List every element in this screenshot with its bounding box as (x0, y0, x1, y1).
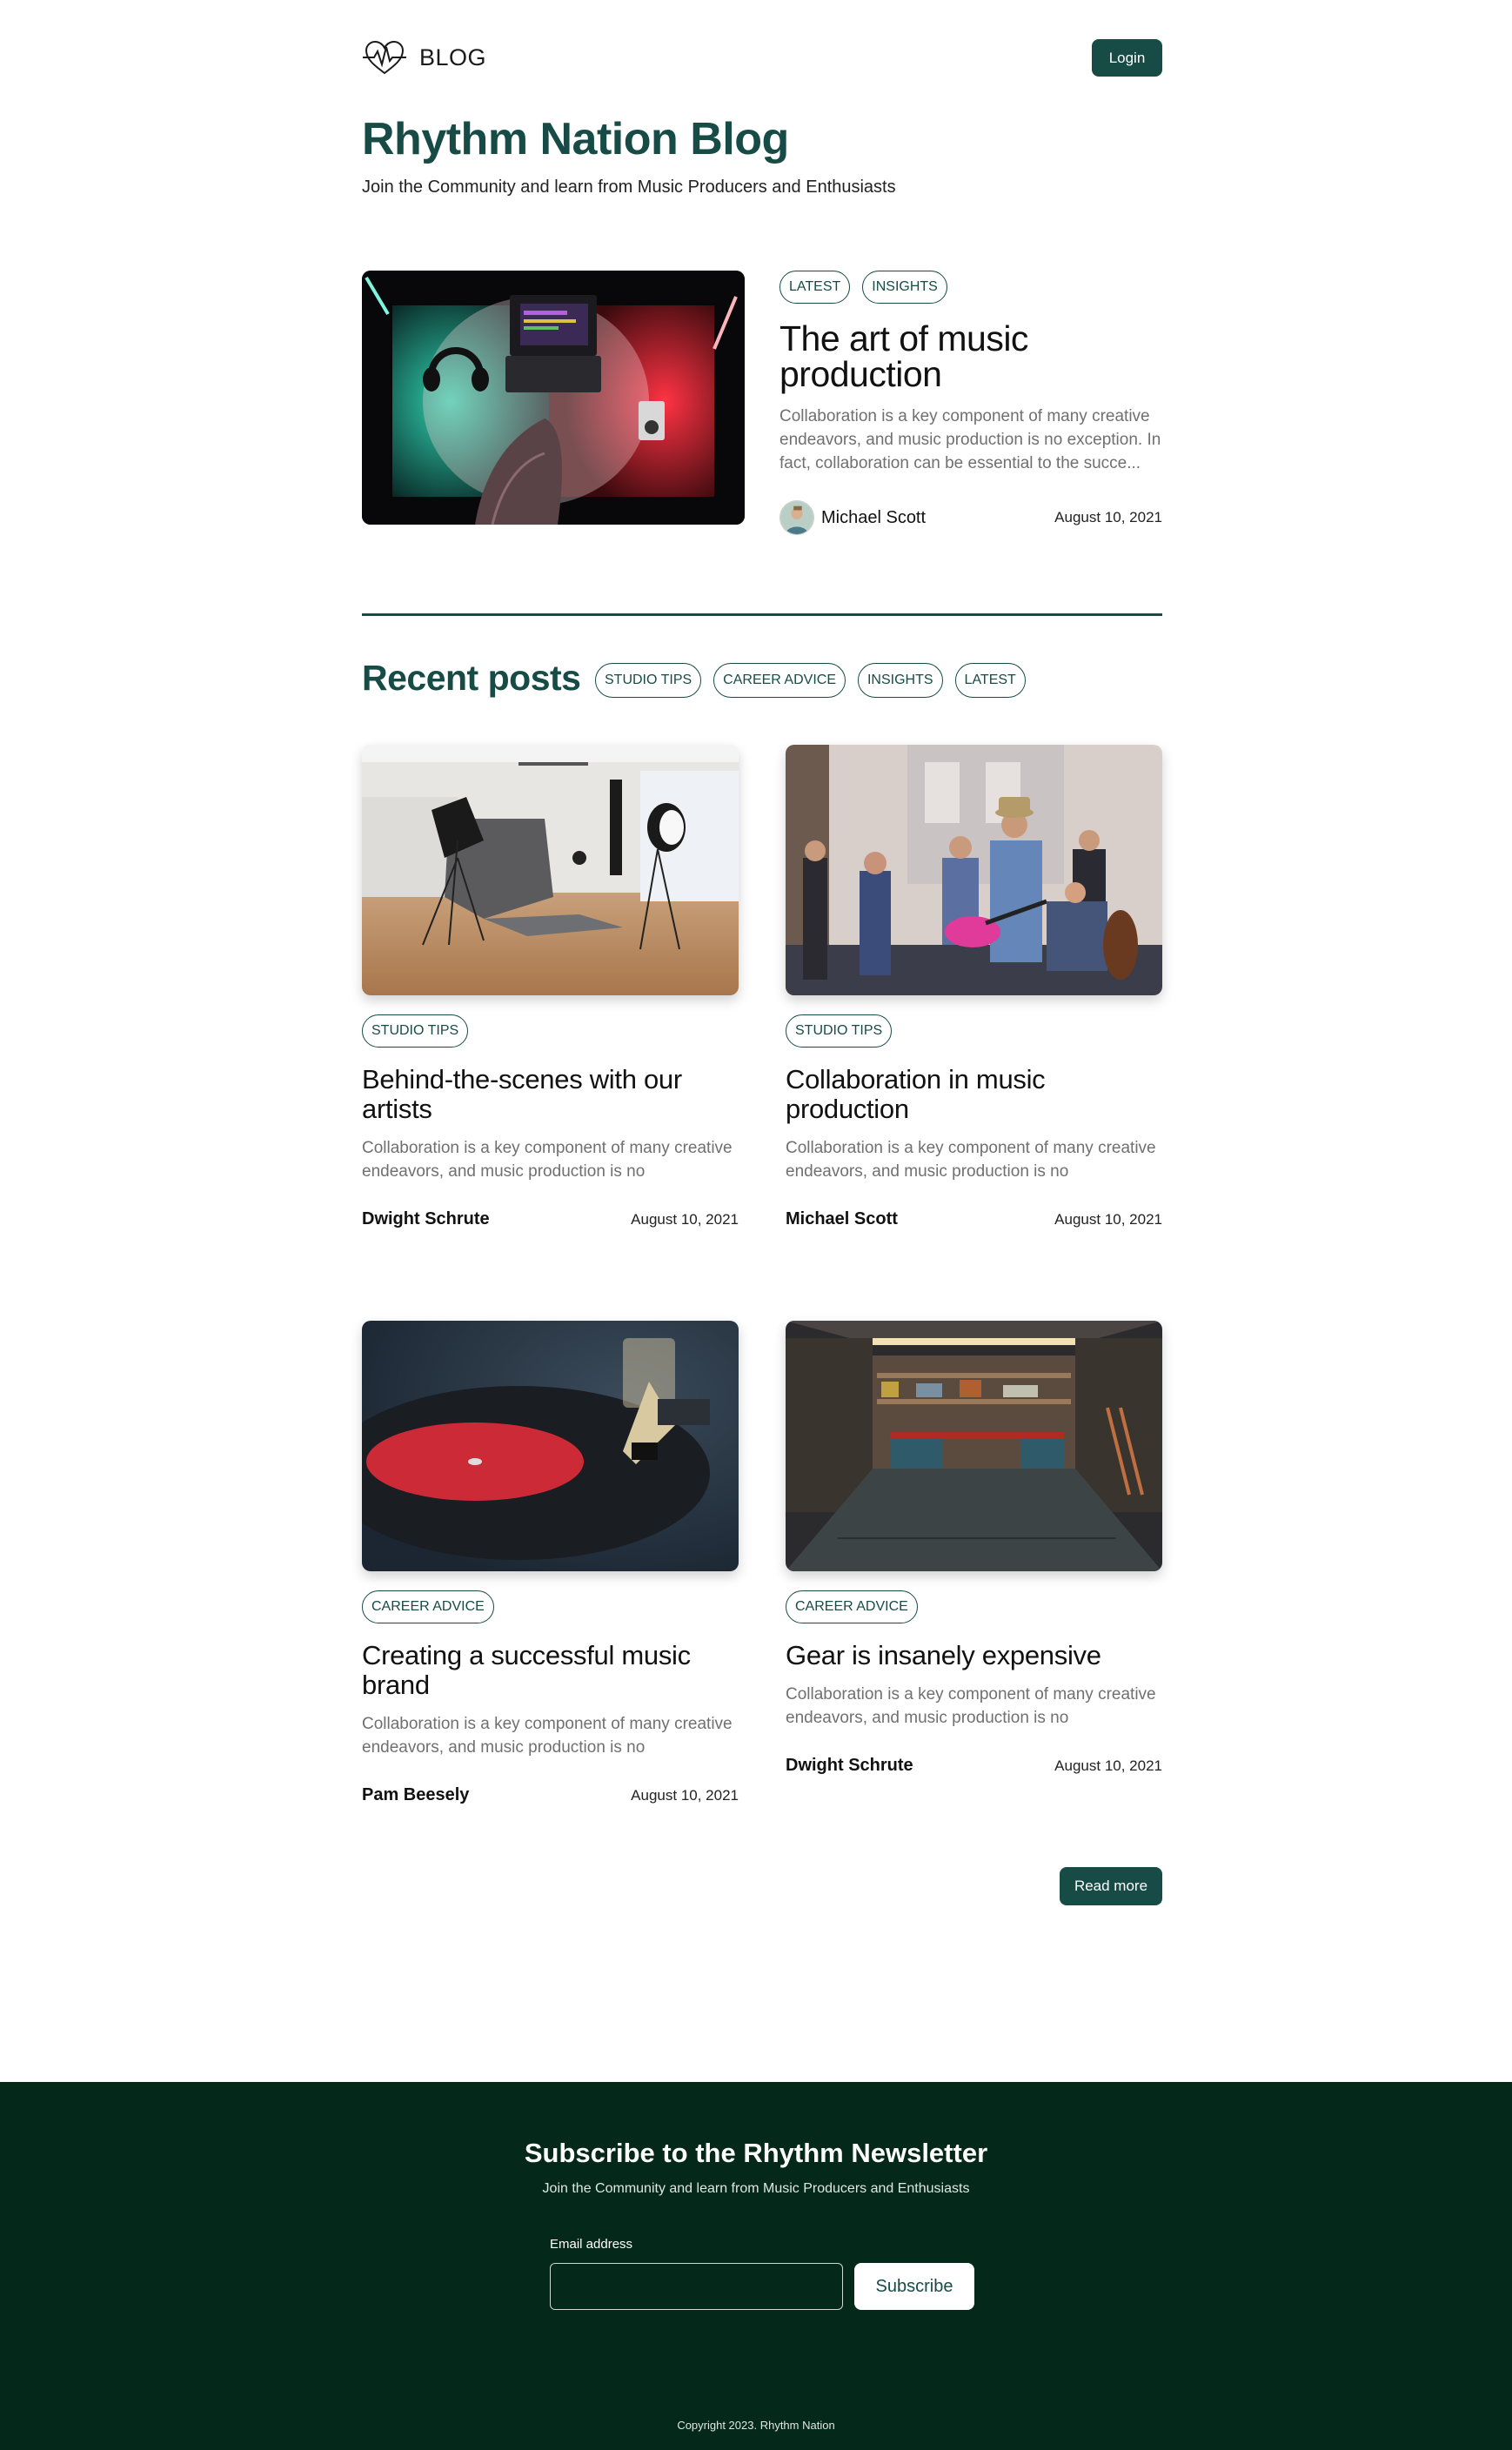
post-title[interactable]: Collaboration in music production (786, 1065, 1162, 1124)
post-image[interactable] (786, 1321, 1162, 1571)
filter-insights[interactable]: INSIGHTS (857, 663, 943, 698)
tag-insights[interactable]: INSIGHTS (862, 271, 947, 304)
featured-post-meta: Michael Scott August 10, 2021 (779, 499, 1162, 536)
post-tags: STUDIO TIPS (362, 1014, 739, 1048)
post-excerpt: Collaboration is a key component of many… (362, 1139, 733, 1181)
post-card[interactable]: STUDIO TIPS Collaboration in music produ… (786, 745, 1162, 1232)
logo[interactable]: BLOG (362, 38, 486, 77)
post-date: August 10, 2021 (1054, 1757, 1162, 1774)
read-more-button[interactable]: Read more (1060, 1867, 1162, 1905)
post-date: August 10, 2021 (631, 1787, 739, 1804)
author-name: Michael Scott (821, 507, 927, 527)
newsletter-title: Subscribe to the Rhythm Newsletter (524, 2138, 988, 2168)
post-tags: CAREER ADVICE (362, 1590, 739, 1623)
copyright: Copyright 2023. Rhythm Nation (677, 2419, 835, 2432)
post-excerpt: Collaboration is a key component of many… (786, 1139, 1156, 1181)
post-image[interactable] (786, 745, 1162, 995)
featured-tags: LATEST INSIGHTS (779, 271, 1162, 304)
heart-pulse-icon (362, 38, 407, 77)
post-title[interactable]: Creating a successful music brand (362, 1641, 739, 1700)
post-excerpt: Collaboration is a key component of many… (786, 1685, 1156, 1727)
tag-latest[interactable]: LATEST (779, 271, 851, 304)
logo-text: BLOG (419, 44, 487, 70)
email-label: Email address (550, 2237, 633, 2252)
post-tags: CAREER ADVICE (786, 1590, 1162, 1623)
footer: Subscribe to the Rhythm Newsletter Join … (0, 2082, 1512, 2450)
page-title: Rhythm Nation Blog (362, 114, 789, 164)
newsletter-subtitle: Join the Community and learn from Music … (542, 2181, 970, 2196)
post-tag[interactable]: CAREER ADVICE (362, 1590, 494, 1623)
post-tag[interactable]: STUDIO TIPS (362, 1014, 469, 1048)
filter-career-advice[interactable]: CAREER ADVICE (713, 663, 846, 698)
recent-posts-title: Recent posts (362, 658, 581, 698)
section-divider (362, 613, 1162, 616)
post-tag[interactable]: CAREER ADVICE (786, 1590, 918, 1623)
post-author: Michael Scott (786, 1209, 898, 1228)
post-tags: STUDIO TIPS (786, 1014, 1162, 1048)
recent-post-filters: STUDIO TIPS CAREER ADVICE INSIGHTS LATES… (595, 663, 1026, 698)
post-card[interactable]: CAREER ADVICE Creating a successful musi… (362, 1321, 739, 1808)
post-meta: Michael Scott August 10, 2021 (786, 1209, 1162, 1232)
post-meta: Dwight Schrute August 10, 2021 (786, 1756, 1162, 1778)
post-image[interactable] (362, 745, 739, 995)
filter-latest[interactable]: LATEST (954, 663, 1026, 698)
post-meta: Pam Beesely August 10, 2021 (362, 1785, 739, 1808)
email-field[interactable] (550, 2263, 843, 2310)
featured-post-image[interactable] (362, 271, 745, 525)
featured-post: LATEST INSIGHTS The art of music product… (779, 271, 1162, 536)
post-date: August 10, 2021 (1054, 509, 1162, 525)
post-card[interactable]: CAREER ADVICE Gear is insanely expensive… (786, 1321, 1162, 1778)
post-excerpt: Collaboration is a key component of many… (362, 1715, 733, 1757)
post-title[interactable]: Behind-the-scenes with our artists (362, 1065, 739, 1124)
post-tag[interactable]: STUDIO TIPS (786, 1014, 893, 1048)
page-subtitle: Join the Community and learn from Music … (362, 177, 896, 197)
post-author: Dwight Schrute (362, 1209, 490, 1228)
subscribe-button[interactable]: Subscribe (854, 2263, 974, 2310)
post-image[interactable] (362, 1321, 739, 1571)
post-author: Dwight Schrute (786, 1756, 913, 1775)
filter-studio-tips[interactable]: STUDIO TIPS (595, 663, 702, 698)
featured-post-title[interactable]: The art of music production (779, 321, 1162, 392)
post-card[interactable]: STUDIO TIPS Behind-the-scenes with our a… (362, 745, 739, 1232)
site-header: BLOG Login (362, 38, 1162, 77)
post-title[interactable]: Gear is insanely expensive (786, 1641, 1162, 1670)
login-button[interactable]: Login (1092, 39, 1162, 77)
featured-post-excerpt: Collaboration is a key component of many… (779, 407, 1161, 472)
post-date: August 10, 2021 (631, 1211, 739, 1228)
post-author: Pam Beesely (362, 1785, 470, 1804)
post-date: August 10, 2021 (1054, 1211, 1162, 1228)
post-meta: Dwight Schrute August 10, 2021 (362, 1209, 739, 1232)
avatar (779, 500, 814, 535)
